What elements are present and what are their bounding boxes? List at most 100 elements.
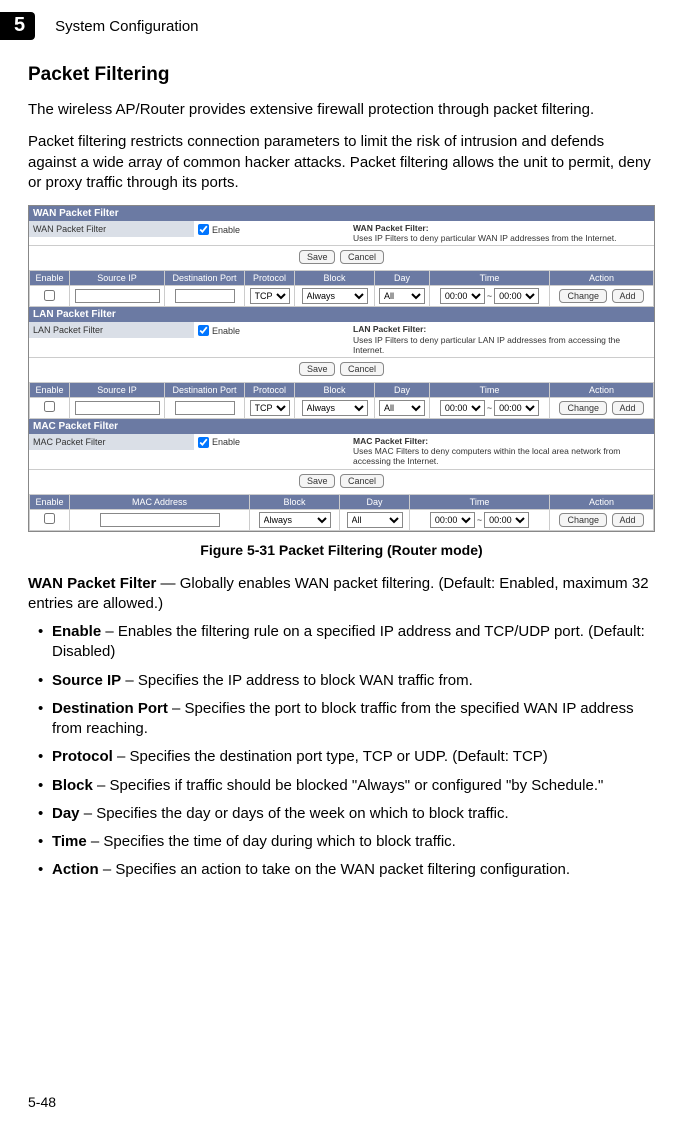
mac-desc-body: Uses MAC Filters to deny computers withi… xyxy=(353,446,620,466)
wan-filter-lead: WAN Packet Filter — Globally enables WAN… xyxy=(28,574,655,615)
item-term: Source IP xyxy=(52,672,121,689)
lan-cancel-button[interactable]: Cancel xyxy=(340,362,384,376)
figure-caption: Figure 5-31 Packet Filtering (Router mod… xyxy=(28,542,655,558)
mac-th-time: Time xyxy=(410,494,550,509)
definition-list: Enable – Enables the filtering rule on a… xyxy=(28,622,655,881)
wan-panel-row: WAN Packet Filter Enable WAN Packet Filt… xyxy=(29,221,654,246)
wan-filter-row: TCP Always All 00:00 ~ 00:00 Change Add xyxy=(30,286,654,307)
page-header: 5 System Configuration xyxy=(28,12,655,40)
tilde-icon: ~ xyxy=(477,515,482,525)
wan-desc: WAN Packet Filter: Uses IP Filters to de… xyxy=(349,221,654,245)
item-term: Enable xyxy=(52,623,101,640)
item-term: Day xyxy=(52,805,80,822)
wan-panel-header: WAN Packet Filter xyxy=(29,206,654,221)
list-item: Protocol – Specifies the destination por… xyxy=(38,747,655,767)
lan-enable-label: Enable xyxy=(212,326,240,336)
lan-th-sourceip: Source IP xyxy=(70,382,165,397)
lan-th-block: Block xyxy=(295,382,375,397)
item-term: Destination Port xyxy=(52,700,168,717)
list-item: Day – Specifies the day or days of the w… xyxy=(38,804,655,824)
mac-desc: MAC Packet Filter: Uses MAC Filters to d… xyxy=(349,434,654,469)
mac-enable-checkbox[interactable] xyxy=(198,437,209,448)
wan-save-button[interactable]: Save xyxy=(299,250,336,264)
mac-add-button[interactable]: Add xyxy=(612,513,644,527)
lan-th-protocol: Protocol xyxy=(245,382,295,397)
list-item: Source IP – Specifies the IP address to … xyxy=(38,671,655,691)
wan-day-select[interactable]: All xyxy=(379,288,425,304)
mac-row-enable-checkbox[interactable] xyxy=(44,513,55,524)
list-item: Enable – Enables the filtering rule on a… xyxy=(38,622,655,663)
mac-th-day: Day xyxy=(340,494,410,509)
lan-source-ip-input[interactable] xyxy=(75,401,160,415)
lan-time-to-select[interactable]: 00:00 xyxy=(494,400,539,416)
mac-th-action: Action xyxy=(550,494,654,509)
list-item: Time – Specifies the time of day during … xyxy=(38,832,655,852)
wan-th-enable: Enable xyxy=(30,271,70,286)
mac-block-select[interactable]: Always xyxy=(259,512,331,528)
wan-row-label: WAN Packet Filter xyxy=(29,221,194,237)
intro-paragraph-2: Packet filtering restricts connection pa… xyxy=(28,132,655,193)
wan-cancel-button[interactable]: Cancel xyxy=(340,250,384,264)
lan-panel-row: LAN Packet Filter Enable LAN Packet Filt… xyxy=(29,322,654,358)
wan-change-button[interactable]: Change xyxy=(559,289,607,303)
mac-th-enable: Enable xyxy=(30,494,70,509)
wan-row-enable-checkbox[interactable] xyxy=(44,290,55,301)
lan-add-button[interactable]: Add xyxy=(612,401,644,415)
intro-paragraph-1: The wireless AP/Router provides extensiv… xyxy=(28,100,655,120)
mac-time-from-select[interactable]: 00:00 xyxy=(430,512,475,528)
mac-desc-title: MAC Packet Filter: xyxy=(353,436,650,446)
wan-protocol-select[interactable]: TCP xyxy=(250,288,290,304)
lan-block-select[interactable]: Always xyxy=(302,400,368,416)
item-term: Action xyxy=(52,861,99,878)
wan-time-to-select[interactable]: 00:00 xyxy=(494,288,539,304)
wan-source-ip-input[interactable] xyxy=(75,289,160,303)
wan-filter-table: Enable Source IP Destination Port Protoc… xyxy=(29,270,654,307)
lan-row-enable-checkbox[interactable] xyxy=(44,401,55,412)
mac-filter-row: Always All 00:00 ~ 00:00 Change Add xyxy=(30,509,654,530)
figure-screenshot: WAN Packet Filter WAN Packet Filter Enab… xyxy=(28,205,655,532)
lan-th-action: Action xyxy=(550,382,654,397)
mac-day-select[interactable]: All xyxy=(347,512,403,528)
mac-row-label: MAC Packet Filter xyxy=(29,434,194,450)
mac-panel-row: MAC Packet Filter Enable MAC Packet Filt… xyxy=(29,434,654,470)
wan-desc-body: Uses IP Filters to deny particular WAN I… xyxy=(353,233,616,243)
item-text: – Enables the filtering rule on a specif… xyxy=(52,623,645,660)
item-term: Time xyxy=(52,833,87,850)
lan-save-button[interactable]: Save xyxy=(299,362,336,376)
item-term: Block xyxy=(52,777,93,794)
mac-change-button[interactable]: Change xyxy=(559,513,607,527)
wan-enable-checkbox[interactable] xyxy=(198,224,209,235)
wan-time-from-select[interactable]: 00:00 xyxy=(440,288,485,304)
mac-save-button[interactable]: Save xyxy=(299,474,336,488)
wan-block-select[interactable]: Always xyxy=(302,288,368,304)
wan-th-protocol: Protocol xyxy=(245,271,295,286)
mac-th-block: Block xyxy=(250,494,340,509)
lan-time-from-select[interactable]: 00:00 xyxy=(440,400,485,416)
lan-th-enable: Enable xyxy=(30,382,70,397)
lan-row-label: LAN Packet Filter xyxy=(29,322,194,338)
lan-day-select[interactable]: All xyxy=(379,400,425,416)
wan-add-button[interactable]: Add xyxy=(612,289,644,303)
lan-th-day: Day xyxy=(375,382,430,397)
wan-enable-label: Enable xyxy=(212,225,240,235)
section-heading: Packet Filtering xyxy=(28,64,655,86)
lan-enable-checkbox[interactable] xyxy=(198,325,209,336)
mac-cancel-button[interactable]: Cancel xyxy=(340,474,384,488)
lan-protocol-select[interactable]: TCP xyxy=(250,400,290,416)
wan-th-action: Action xyxy=(550,271,654,286)
item-text: – Specifies the destination port type, T… xyxy=(113,748,548,765)
lan-panel-header: LAN Packet Filter xyxy=(29,307,654,322)
item-text: – Specifies the day or days of the week … xyxy=(80,805,509,822)
lan-dest-port-input[interactable] xyxy=(175,401,235,415)
wan-dest-port-input[interactable] xyxy=(175,289,235,303)
lan-change-button[interactable]: Change xyxy=(559,401,607,415)
wan-th-block: Block xyxy=(295,271,375,286)
mac-time-to-select[interactable]: 00:00 xyxy=(484,512,529,528)
tilde-icon: ~ xyxy=(487,291,492,301)
lan-desc-body: Uses IP Filters to deny particular LAN I… xyxy=(353,335,620,355)
mac-address-input[interactable] xyxy=(100,513,220,527)
chapter-title: System Configuration xyxy=(55,18,198,35)
mac-th-macaddr: MAC Address xyxy=(70,494,250,509)
item-text: – Specifies if traffic should be blocked… xyxy=(93,777,603,794)
item-text: – Specifies an action to take on the WAN… xyxy=(99,861,570,878)
